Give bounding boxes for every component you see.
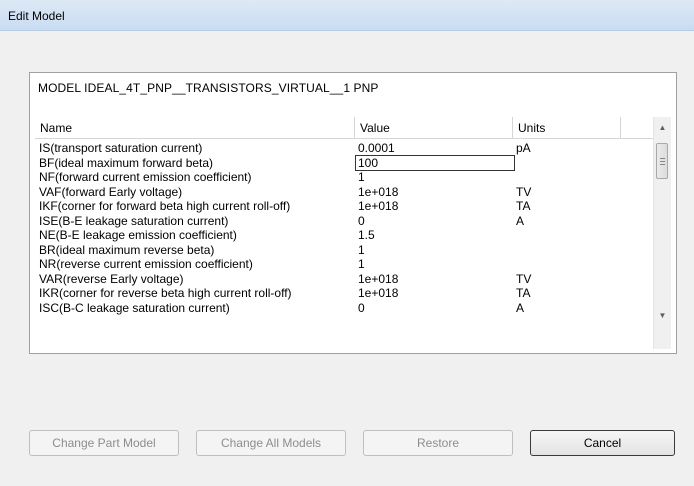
table-header: Name Value Units bbox=[35, 117, 655, 139]
table-row[interactable]: IKR(corner for reverse beta high current… bbox=[35, 286, 655, 300]
param-units-cell: TV bbox=[516, 271, 532, 286]
param-name-cell: IKF(corner for forward beta high current… bbox=[39, 199, 291, 213]
param-value-cell[interactable]: 0.0001 bbox=[358, 141, 508, 155]
param-value-cell[interactable]: 1e+018 bbox=[358, 185, 508, 199]
param-units-cell bbox=[516, 228, 616, 242]
param-units-cell bbox=[516, 170, 616, 184]
scroll-up-arrow-icon[interactable]: ▲ bbox=[654, 119, 671, 136]
table-row[interactable]: VAF(forward Early voltage) 1e+018 TV bbox=[35, 185, 655, 199]
table-row[interactable]: ISE(B-E leakage saturation current) 0 A bbox=[35, 214, 655, 228]
param-value-cell[interactable]: 1 bbox=[358, 243, 508, 257]
param-units-cell: A bbox=[516, 213, 525, 228]
restore-button[interactable]: Restore bbox=[363, 430, 513, 456]
param-units-cell bbox=[516, 243, 616, 257]
param-value-cell[interactable]: 1e+018 bbox=[358, 199, 508, 213]
param-value-cell[interactable]: 0 bbox=[358, 214, 508, 228]
scroll-down-arrow-icon[interactable]: ▼ bbox=[654, 307, 671, 324]
parameter-table: Name Value Units IS(transport saturation… bbox=[35, 117, 671, 349]
param-name-cell: ISC(B-C leakage saturation current) bbox=[39, 300, 230, 315]
param-name-cell: IKR(corner for reverse beta high current… bbox=[39, 286, 292, 300]
param-name-cell: BR(ideal maximum reverse beta) bbox=[39, 242, 215, 257]
param-units-cell: TV bbox=[516, 184, 532, 199]
param-name-cell: BF(ideal maximum forward beta) bbox=[39, 155, 214, 170]
vertical-scrollbar[interactable]: ▲ ▼ bbox=[653, 117, 671, 349]
window-title: Edit Model bbox=[8, 9, 65, 23]
param-name-cell: NR(reverse current emission coefficient) bbox=[39, 257, 253, 271]
title-bar: Edit Model bbox=[0, 0, 694, 31]
param-name-cell: VAF(forward Early voltage) bbox=[39, 184, 183, 199]
param-name-cell: VAR(reverse Early voltage) bbox=[39, 271, 184, 286]
table-row[interactable]: IS(transport saturation current) 0.0001 pA bbox=[35, 141, 655, 155]
table-row[interactable]: BF(ideal maximum forward beta) 100 bbox=[35, 154, 655, 171]
column-header-name[interactable]: Name bbox=[35, 117, 355, 139]
column-header-value[interactable]: Value bbox=[355, 117, 513, 139]
table-row[interactable]: ISC(B-C leakage saturation current) 0 A bbox=[35, 301, 655, 315]
model-label: MODEL IDEAL_4T_PNP__TRANSISTORS_VIRTUAL_… bbox=[38, 81, 379, 95]
table-row[interactable]: NR(reverse current emission coefficient)… bbox=[35, 257, 655, 271]
change-all-models-button[interactable]: Change All Models bbox=[196, 430, 346, 456]
param-value-cell[interactable]: 1e+018 bbox=[358, 272, 508, 286]
param-units-cell bbox=[516, 156, 616, 170]
model-panel: MODEL IDEAL_4T_PNP__TRANSISTORS_VIRTUAL_… bbox=[29, 72, 677, 354]
param-units-cell: A bbox=[516, 300, 525, 315]
param-units-cell: pA bbox=[516, 141, 531, 155]
param-value-edit-field[interactable]: 100 bbox=[355, 154, 515, 171]
param-name-cell: IS(transport saturation current) bbox=[39, 141, 203, 155]
param-name-cell: ISE(B-E leakage saturation current) bbox=[39, 213, 229, 228]
table-row[interactable]: VAR(reverse Early voltage) 1e+018 TV bbox=[35, 272, 655, 286]
param-name-cell: NE(B-E leakage emission coefficient) bbox=[39, 228, 237, 242]
scrollbar-thumb[interactable] bbox=[656, 143, 668, 179]
change-part-model-button[interactable]: Change Part Model bbox=[29, 430, 179, 456]
param-value-cell[interactable]: 1e+018 bbox=[358, 286, 508, 300]
param-value-cell[interactable]: 1 bbox=[358, 257, 508, 271]
param-units-cell bbox=[516, 257, 616, 271]
param-name-cell: NF(forward current emission coefficient) bbox=[39, 170, 252, 184]
column-header-filler bbox=[621, 117, 655, 139]
column-header-units[interactable]: Units bbox=[513, 117, 621, 139]
param-units-cell: TA bbox=[516, 199, 531, 213]
param-value-cell[interactable]: 0 bbox=[358, 301, 508, 315]
table-row[interactable]: IKF(corner for forward beta high current… bbox=[35, 199, 655, 213]
param-value-cell[interactable]: 1 bbox=[358, 170, 508, 184]
param-value-cell[interactable]: 1.5 bbox=[358, 228, 508, 242]
table-row[interactable]: NE(B-E leakage emission coefficient) 1.5 bbox=[35, 228, 655, 242]
table-row[interactable]: BR(ideal maximum reverse beta) 1 bbox=[35, 243, 655, 257]
cancel-button[interactable]: Cancel bbox=[530, 430, 675, 456]
param-units-cell: TA bbox=[516, 286, 531, 300]
table-row[interactable]: NF(forward current emission coefficient)… bbox=[35, 170, 655, 184]
